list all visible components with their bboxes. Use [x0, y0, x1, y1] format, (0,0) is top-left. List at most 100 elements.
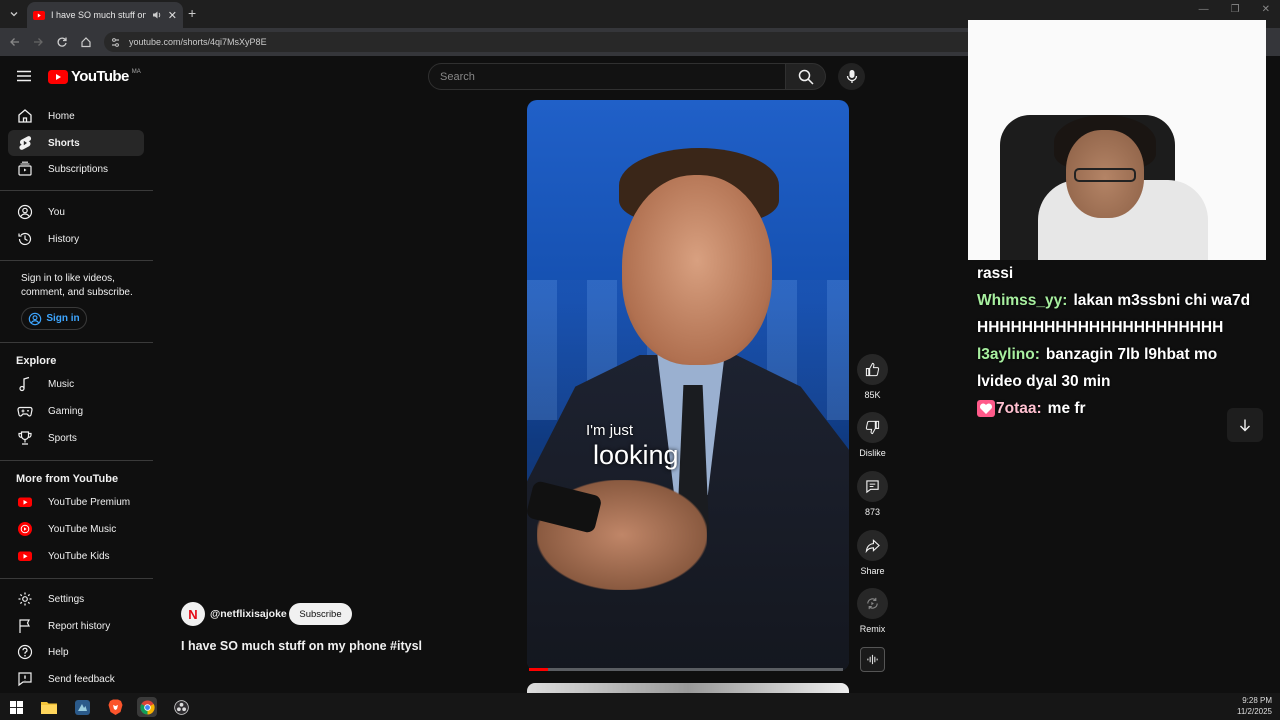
channel-avatar[interactable]: N — [181, 602, 205, 626]
feedback-icon — [18, 672, 32, 687]
sidebar-item-youtube-premium[interactable]: YouTube Premium — [8, 489, 144, 515]
chat-text: rassi — [977, 265, 1014, 282]
forward-icon[interactable] — [31, 35, 45, 49]
reload-icon[interactable] — [55, 35, 69, 49]
like-button-circle[interactable] — [857, 354, 888, 385]
sidebar-item-youtube-music[interactable]: YouTube Music — [8, 516, 144, 542]
sidebar-divider — [0, 460, 153, 461]
sidebar-item-label: Help — [48, 646, 69, 658]
chat-message: Whimss_yy: lakan m3ssbni chi wa7d — [977, 287, 1262, 314]
new-tab-icon[interactable]: + — [188, 6, 196, 20]
app-icon[interactable] — [72, 697, 92, 717]
sidebar-item-label: Report history — [48, 620, 111, 632]
youtube-logo[interactable]: YouTube MA — [48, 68, 141, 85]
sidebar-item-label: Shorts — [48, 137, 80, 149]
remix-button-circle[interactable] — [857, 588, 888, 619]
clock-date: 11/2/2025 — [1237, 707, 1272, 716]
search-button[interactable] — [786, 63, 826, 90]
scroll-down-button[interactable] — [1227, 408, 1263, 442]
video-progress-fill — [529, 668, 548, 671]
signin-prompt: Sign in to like videos, comment, and sub… — [21, 273, 133, 298]
chat-text: HHHHHHHHHHHHHHHHHHHHHH — [977, 319, 1224, 336]
sidebar-item-label: Send feedback — [48, 673, 115, 685]
sidebar-item-settings[interactable]: Settings — [8, 586, 144, 612]
short-title[interactable]: I have SO much stuff on my phone #itysl — [181, 639, 422, 653]
sidebar-item-youtube-kids[interactable]: YouTube Kids — [8, 543, 144, 569]
user-circle-icon — [29, 312, 42, 325]
next-short-preview[interactable] — [527, 683, 849, 693]
chrome-browser-icon[interactable] — [137, 697, 157, 717]
search-input[interactable]: Search — [428, 63, 786, 90]
short-video-player[interactable] — [527, 100, 849, 671]
dislike-button[interactable]: Dislike — [856, 412, 889, 458]
country-code: MA — [131, 68, 141, 75]
gamepad-icon — [17, 406, 33, 417]
share-button-circle[interactable] — [857, 530, 888, 561]
comment-count: 873 — [864, 507, 881, 517]
signin-button[interactable]: Sign in — [21, 307, 87, 330]
clock-time: 9:28 PM — [1242, 696, 1272, 705]
minimize-icon[interactable]: — — [1199, 4, 1209, 15]
share-arrow-icon — [865, 539, 880, 553]
more-from-youtube-heading: More from YouTube — [16, 473, 119, 485]
video-caption-line2: looking — [593, 440, 679, 470]
remix-label: Remix — [859, 624, 886, 634]
sidebar-divider — [0, 578, 153, 579]
sidebar-item-help[interactable]: Help — [8, 639, 144, 665]
subscribe-button[interactable]: Subscribe — [289, 603, 352, 625]
restore-icon[interactable]: ❐ — [1231, 4, 1240, 15]
sidebar-item-sports[interactable]: Sports — [8, 425, 144, 451]
video-progress-bar[interactable] — [529, 668, 843, 671]
chat-username: 7otaa: — [996, 400, 1042, 417]
comments-button-circle[interactable] — [857, 471, 888, 502]
webcam-overlay — [968, 20, 1266, 260]
sidebar-item-label: Home — [48, 110, 75, 122]
sidebar-item-history[interactable]: History — [8, 226, 144, 252]
speaker-icon[interactable] — [152, 10, 162, 20]
remix-button[interactable]: Remix — [856, 588, 889, 634]
browser-tab[interactable]: I have SO much stuff on my ✕ — [27, 2, 183, 28]
help-icon — [17, 644, 33, 660]
trophy-icon — [18, 431, 32, 445]
sidebar-item-shorts[interactable]: Shorts — [8, 130, 144, 156]
close-tab-icon[interactable]: ✕ — [168, 9, 177, 22]
home-browser-icon[interactable] — [79, 35, 93, 49]
obs-studio-icon[interactable] — [171, 697, 191, 717]
sidebar-item-home[interactable]: Home — [8, 103, 144, 129]
brave-browser-icon[interactable] — [105, 697, 125, 717]
youtube-premium-icon — [18, 497, 32, 507]
video-caption-line1: I'm just — [586, 422, 634, 439]
sound-button[interactable] — [860, 647, 885, 672]
thumbs-down-icon — [865, 420, 880, 435]
hamburger-menu-icon[interactable] — [16, 68, 32, 84]
site-info-icon[interactable] — [110, 37, 121, 48]
sidebar-item-label: Music — [48, 378, 75, 390]
sidebar-item-label: History — [48, 233, 80, 245]
sidebar-item-label: Sports — [48, 432, 77, 444]
voice-search-button[interactable] — [838, 63, 865, 90]
dislike-button-circle[interactable] — [857, 412, 888, 443]
sidebar-item-send-feedback[interactable]: Send feedback — [8, 666, 144, 692]
like-button[interactable]: 85K — [856, 354, 889, 400]
sidebar-item-subscriptions[interactable]: Subscriptions — [8, 156, 144, 182]
chat-message: rassi — [977, 260, 1262, 287]
shorts-icon — [19, 136, 32, 150]
tab-title: I have SO much stuff on my — [51, 10, 146, 20]
share-button[interactable]: Share — [856, 530, 889, 576]
comments-button[interactable]: 873 — [856, 471, 889, 517]
channel-name[interactable]: @netflixisajoke — [210, 608, 287, 620]
back-icon[interactable] — [8, 35, 22, 49]
history-icon — [18, 232, 32, 246]
sidebar-item-you[interactable]: You — [8, 199, 144, 225]
close-window-icon[interactable]: ✕ — [1262, 4, 1270, 15]
arrow-down-icon — [1240, 419, 1250, 432]
windows-start-icon[interactable] — [6, 697, 26, 717]
file-explorer-icon[interactable] — [39, 697, 59, 717]
sidebar-item-gaming[interactable]: Gaming — [8, 398, 144, 424]
user-circle-icon — [17, 204, 33, 220]
sidebar-item-label: Settings — [48, 593, 85, 605]
sidebar-item-music[interactable]: Music — [8, 371, 144, 397]
tab-search-dropdown[interactable] — [5, 5, 23, 23]
taskbar-clock[interactable]: 9:28 PM 11/2/2025 — [1237, 695, 1272, 717]
sidebar-item-report-history[interactable]: Report history — [8, 613, 144, 639]
